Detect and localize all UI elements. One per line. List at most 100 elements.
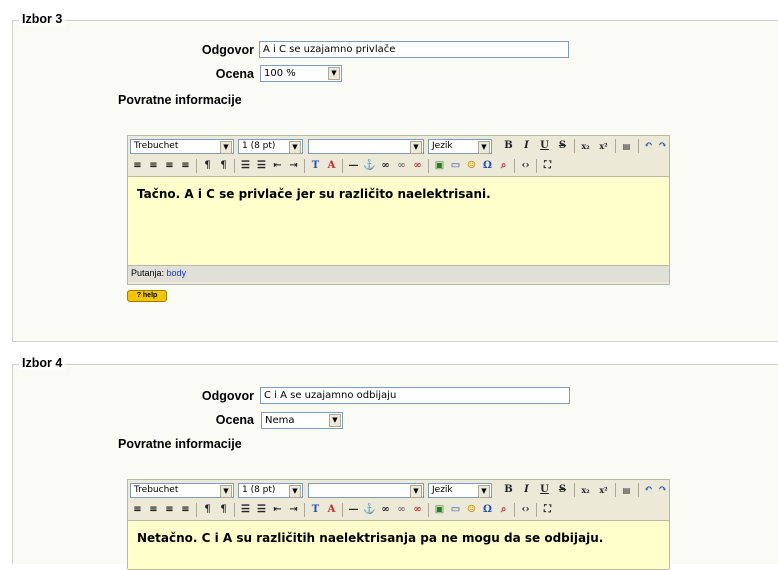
chevron-down-icon: ▼ xyxy=(478,141,490,154)
grade-4-select[interactable]: Nema ▼ xyxy=(261,412,343,429)
help-button[interactable]: ? help xyxy=(127,290,167,302)
font-select[interactable]: Trebuchet ▼ xyxy=(130,139,234,154)
ordered-list-icon[interactable]: ☰ xyxy=(238,503,253,517)
align-center-icon[interactable]: ≡ xyxy=(146,503,161,517)
anchor-icon[interactable]: ⚓ xyxy=(362,503,377,517)
justify-icon[interactable]: ≡ xyxy=(178,503,193,517)
italic-icon[interactable]: I xyxy=(519,483,534,497)
superscript-icon[interactable]: x² xyxy=(596,483,611,497)
bold-icon[interactable]: B xyxy=(501,483,516,497)
anchor-icon[interactable]: ⚓ xyxy=(362,159,377,173)
toolbar-divider xyxy=(514,159,515,173)
lang-select[interactable]: Jezik ▼ xyxy=(428,483,492,498)
toolbar-divider xyxy=(514,503,515,517)
nolink-icon[interactable]: ∞ xyxy=(410,503,425,517)
horizontal-rule-icon[interactable]: — xyxy=(346,159,361,173)
toolbar-divider xyxy=(428,503,429,517)
toolbar-divider xyxy=(234,159,235,173)
lang-select[interactable]: Jezik ▼ xyxy=(428,139,492,154)
indent-icon[interactable]: ⇥ xyxy=(286,503,301,517)
chevron-down-icon: ▼ xyxy=(220,141,232,154)
unordered-list-icon[interactable]: ☰ xyxy=(254,159,269,173)
align-left-icon[interactable]: ≡ xyxy=(130,503,145,517)
editor-3-toolbar-row-2: ≡ ≡ ≡ ≡ ¶ ¶ ☰ ☰ ⇤ ⇥ T A — ⚓ ∞ ∞ ∞ ▣ ▭ ☺ … xyxy=(128,156,669,176)
undo-icon[interactable]: ↶ xyxy=(641,139,656,153)
text-color-icon[interactable]: T xyxy=(308,159,323,173)
underline-icon[interactable]: U xyxy=(537,139,552,153)
undo-icon[interactable]: ↶ xyxy=(641,483,656,497)
unlink-icon[interactable]: ∞ xyxy=(394,159,409,173)
highlight-color-icon[interactable]: A xyxy=(324,503,339,517)
outdent-icon[interactable]: ⇤ xyxy=(270,159,285,173)
image-icon[interactable]: ▣ xyxy=(432,159,447,173)
align-center-icon[interactable]: ≡ xyxy=(146,159,161,173)
unordered-list-icon[interactable]: ☰ xyxy=(254,503,269,517)
toolbar-divider xyxy=(428,159,429,173)
answer-3-input[interactable]: A i C se uzajamno privlače xyxy=(259,41,569,58)
table-icon[interactable]: ▭ xyxy=(448,159,463,173)
ordered-list-icon[interactable]: ☰ xyxy=(238,159,253,173)
unlink-icon[interactable]: ∞ xyxy=(394,503,409,517)
ltr-icon[interactable]: ¶ xyxy=(200,503,215,517)
table-icon[interactable]: ▭ xyxy=(448,503,463,517)
redo-icon[interactable]: ↷ xyxy=(655,483,670,497)
style-select[interactable]: ▼ xyxy=(308,139,424,154)
horizontal-rule-icon[interactable]: — xyxy=(346,503,361,517)
superscript-icon[interactable]: x² xyxy=(596,139,611,153)
strikethrough-icon[interactable]: S xyxy=(555,483,570,497)
toolbar-divider xyxy=(574,139,575,153)
smiley-icon[interactable]: ☺ xyxy=(464,503,479,517)
redo-icon[interactable]: ↷ xyxy=(655,139,670,153)
path-body-link[interactable]: body xyxy=(167,268,187,278)
toolbar-divider xyxy=(536,159,537,173)
search-replace-icon[interactable]: ⌕ xyxy=(496,159,511,173)
align-left-icon[interactable]: ≡ xyxy=(130,159,145,173)
rtl-icon[interactable]: ¶ xyxy=(216,159,231,173)
editor-3-content[interactable]: Tačno. A i C se privlače jer su različit… xyxy=(128,176,669,266)
align-right-icon[interactable]: ≡ xyxy=(162,159,177,173)
size-select[interactable]: 1 (8 pt) ▼ xyxy=(238,483,303,498)
justify-icon[interactable]: ≡ xyxy=(178,159,193,173)
search-replace-icon[interactable]: ⌕ xyxy=(496,503,511,517)
link-icon[interactable]: ∞ xyxy=(378,159,393,173)
ltr-icon[interactable]: ¶ xyxy=(200,159,215,173)
subscript-icon[interactable]: x₂ xyxy=(578,483,593,497)
editor-4-toolbar-row-1: Trebuchet ▼ 1 (8 pt) ▼ ▼ Jezik ▼ B I U S x₂… xyxy=(128,480,669,500)
grade-3-select[interactable]: 100 % ▼ xyxy=(260,65,342,82)
special-char-icon[interactable]: Ω xyxy=(480,159,495,173)
style-select[interactable]: ▼ xyxy=(308,483,424,498)
fullscreen-icon[interactable]: ⛶ xyxy=(540,503,555,517)
strikethrough-icon[interactable]: S xyxy=(555,139,570,153)
clean-word-icon[interactable]: ▤ xyxy=(619,483,634,497)
grade-4-label: Ocena xyxy=(215,413,254,427)
align-right-icon[interactable]: ≡ xyxy=(162,503,177,517)
italic-icon[interactable]: I xyxy=(519,139,534,153)
editor-4-toolbar-row-2: ≡ ≡ ≡ ≡ ¶ ¶ ☰ ☰ ⇤ ⇥ T A — ⚓ ∞ ∞ ∞ ▣ ▭ ☺ … xyxy=(128,500,669,520)
highlight-color-icon[interactable]: A xyxy=(324,159,339,173)
editor-3: Trebuchet ▼ 1 (8 pt) ▼ ▼ Jezik ▼ B I U S x₂… xyxy=(127,135,670,285)
toolbar-divider xyxy=(342,159,343,173)
font-select[interactable]: Trebuchet ▼ xyxy=(130,483,234,498)
outdent-icon[interactable]: ⇤ xyxy=(270,503,285,517)
smiley-icon[interactable]: ☺ xyxy=(464,159,479,173)
nolink-icon[interactable]: ∞ xyxy=(410,159,425,173)
toolbar-divider xyxy=(574,483,575,497)
text-color-icon[interactable]: T xyxy=(308,503,323,517)
bold-icon[interactable]: B xyxy=(501,139,516,153)
editor-4-content[interactable]: Netačno. C i A su različitih naelektrisa… xyxy=(128,520,669,570)
answer-4-input[interactable]: C i A se uzajamno odbijaju xyxy=(260,387,570,404)
special-char-icon[interactable]: Ω xyxy=(480,503,495,517)
subscript-icon[interactable]: x₂ xyxy=(578,139,593,153)
fullscreen-icon[interactable]: ⛶ xyxy=(540,159,555,173)
html-source-icon[interactable]: ‹› xyxy=(518,159,533,173)
size-select[interactable]: 1 (8 pt) ▼ xyxy=(238,139,303,154)
underline-icon[interactable]: U xyxy=(537,483,552,497)
link-icon[interactable]: ∞ xyxy=(378,503,393,517)
rtl-icon[interactable]: ¶ xyxy=(216,503,231,517)
choice-4-legend: Izbor 4 xyxy=(19,356,66,370)
grade-3-label: Ocena xyxy=(215,67,254,81)
indent-icon[interactable]: ⇥ xyxy=(286,159,301,173)
clean-word-icon[interactable]: ▤ xyxy=(619,139,634,153)
html-source-icon[interactable]: ‹› xyxy=(518,503,533,517)
image-icon[interactable]: ▣ xyxy=(432,503,447,517)
